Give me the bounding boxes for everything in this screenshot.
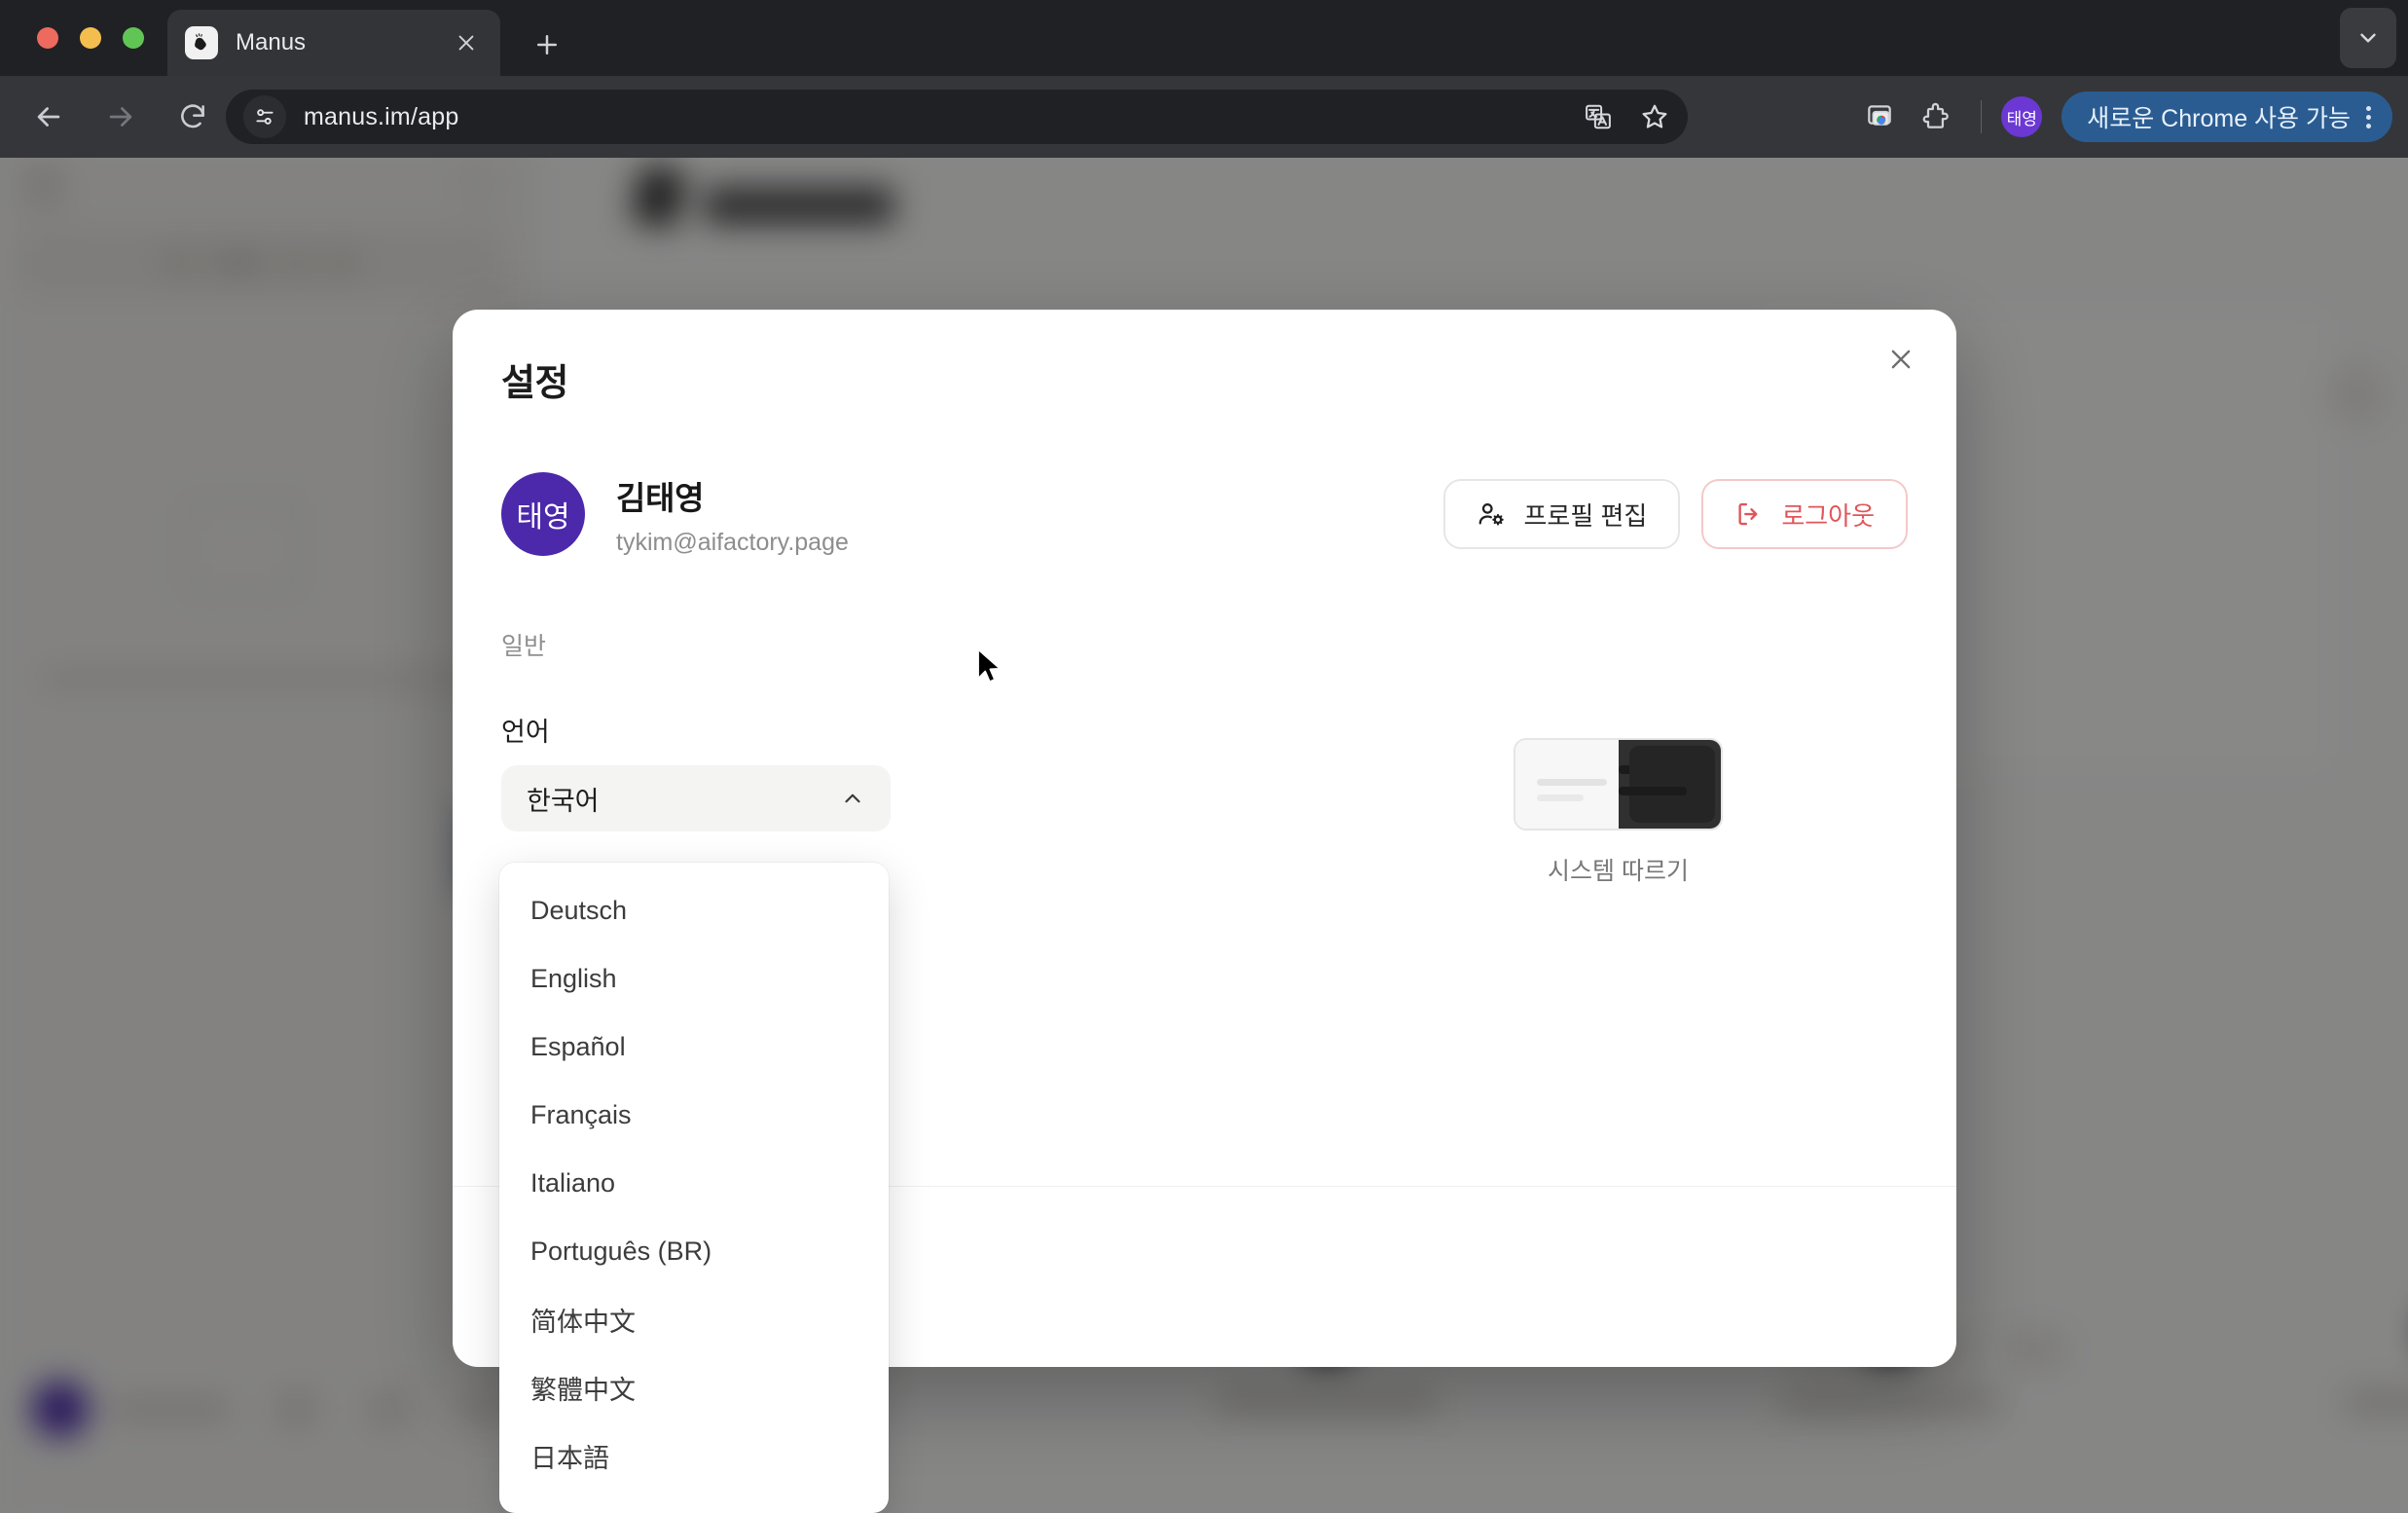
kebab-menu-icon[interactable]	[2366, 105, 2371, 129]
toolbar-right-actions: 태영 새로운 Chrome 사용 가능	[1854, 76, 2392, 158]
language-selected-value: 한국어	[527, 786, 600, 816]
language-option-label: 繁體中文	[530, 1375, 636, 1405]
arrow-left-icon[interactable]	[21, 90, 76, 144]
language-option-traditional-chinese[interactable]: 繁體中文	[499, 1353, 889, 1421]
theme-preview-panel	[1629, 746, 1715, 823]
language-option-deutsch[interactable]: Deutsch	[499, 876, 889, 944]
logout-button[interactable]: 로그아웃	[1701, 479, 1908, 549]
tab-title: Manus	[236, 29, 307, 55]
language-option-japanese[interactable]: 日本語	[499, 1421, 889, 1490]
language-option-label: Português (BR)	[530, 1236, 712, 1266]
theme-system-preview	[1514, 738, 1723, 830]
language-option-label: 한국어	[530, 1505, 603, 1513]
manus-hand-icon	[185, 26, 218, 59]
url-text: manus.im/app	[304, 102, 459, 130]
account-actions: 프로필 편집 로그아웃	[1443, 479, 1908, 549]
account-meta: 김태영 tykim@aifactory.page	[616, 472, 849, 557]
language-option-english[interactable]: English	[499, 944, 889, 1013]
close-window-button[interactable]	[37, 27, 58, 49]
page-viewport: 설정 태영 김태영 tykim@aifactory.page 프로필 편집 로그…	[0, 158, 2408, 1513]
chrome-cast-icon[interactable]	[1854, 92, 1905, 142]
reload-icon[interactable]	[165, 90, 220, 144]
translate-icon[interactable]	[1575, 93, 1622, 140]
language-option-espanol[interactable]: Español	[499, 1013, 889, 1081]
arrow-right-icon[interactable]	[93, 90, 148, 144]
theme-option-system[interactable]: 시스템 따르기	[1514, 738, 1723, 887]
chrome-update-button[interactable]: 새로운 Chrome 사용 가능	[2061, 92, 2392, 142]
theme-preview-light-half	[1515, 740, 1619, 829]
language-option-korean[interactable]: 한국어	[499, 1490, 889, 1513]
section-label-general: 일반	[501, 633, 547, 660]
address-bar[interactable]: manus.im/app	[226, 90, 1688, 144]
browser-window: Manus manus.im/app 태영 새로운 Chrome 사용 가능 설…	[0, 0, 2408, 1513]
sliders-icon[interactable]	[243, 95, 286, 138]
account-name: 김태영	[616, 479, 705, 516]
language-dropdown-menu[interactable]: Deutsch English Español Français Italian…	[499, 863, 889, 1513]
tab-strip: Manus	[0, 0, 2408, 76]
theme-option-label: 시스템 따르기	[1548, 858, 1689, 885]
language-option-label: 日本語	[530, 1443, 609, 1473]
star-icon[interactable]	[1631, 93, 1678, 140]
language-option-label: Deutsch	[530, 895, 628, 925]
theme-preview-dark-half	[1618, 740, 1721, 829]
language-option-simplified-chinese[interactable]: 简体中文	[499, 1285, 889, 1353]
page-title: 설정	[501, 363, 568, 404]
language-option-label: 简体中文	[530, 1307, 636, 1337]
mouse-cursor	[975, 647, 1004, 693]
new-tab-button[interactable]	[526, 23, 568, 66]
omnibox-actions	[1575, 93, 1678, 140]
account-email: tykim@aifactory.page	[616, 528, 849, 556]
language-option-label: Italiano	[530, 1167, 616, 1198]
minimize-window-button[interactable]	[80, 27, 101, 49]
chevron-up-icon	[840, 786, 865, 811]
user-gear-icon	[1477, 499, 1506, 529]
chevron-down-icon[interactable]	[2340, 8, 2396, 68]
puzzle-icon[interactable]	[1911, 92, 1961, 142]
edit-profile-button[interactable]: 프로필 편집	[1443, 479, 1681, 549]
logout-label: 로그아웃	[1781, 500, 1875, 531]
toolbar-divider	[1981, 100, 1983, 133]
chrome-update-label: 새로운 Chrome 사용 가능	[2087, 105, 2351, 132]
language-select[interactable]: 한국어	[501, 765, 891, 831]
language-option-label: English	[530, 963, 617, 993]
window-traffic-lights	[37, 27, 144, 49]
close-icon[interactable]	[450, 26, 483, 59]
language-option-francais[interactable]: Français	[499, 1081, 889, 1149]
account-row: 태영 김태영 tykim@aifactory.page 프로필 편집 로그아웃	[501, 469, 1908, 559]
close-icon[interactable]	[1873, 331, 1929, 387]
browser-tab[interactable]: Manus	[167, 10, 500, 76]
avatar: 태영	[501, 472, 585, 556]
language-field-label: 언어	[501, 718, 550, 747]
logout-icon	[1734, 499, 1764, 529]
maximize-window-button[interactable]	[123, 27, 144, 49]
language-option-italiano[interactable]: Italiano	[499, 1149, 889, 1217]
language-option-label: Español	[530, 1031, 626, 1061]
profile-avatar[interactable]: 태영	[2001, 96, 2043, 137]
language-option-portugues-br[interactable]: Português (BR)	[499, 1217, 889, 1285]
language-option-label: Français	[530, 1099, 632, 1129]
edit-profile-label: 프로필 편집	[1523, 500, 1648, 531]
